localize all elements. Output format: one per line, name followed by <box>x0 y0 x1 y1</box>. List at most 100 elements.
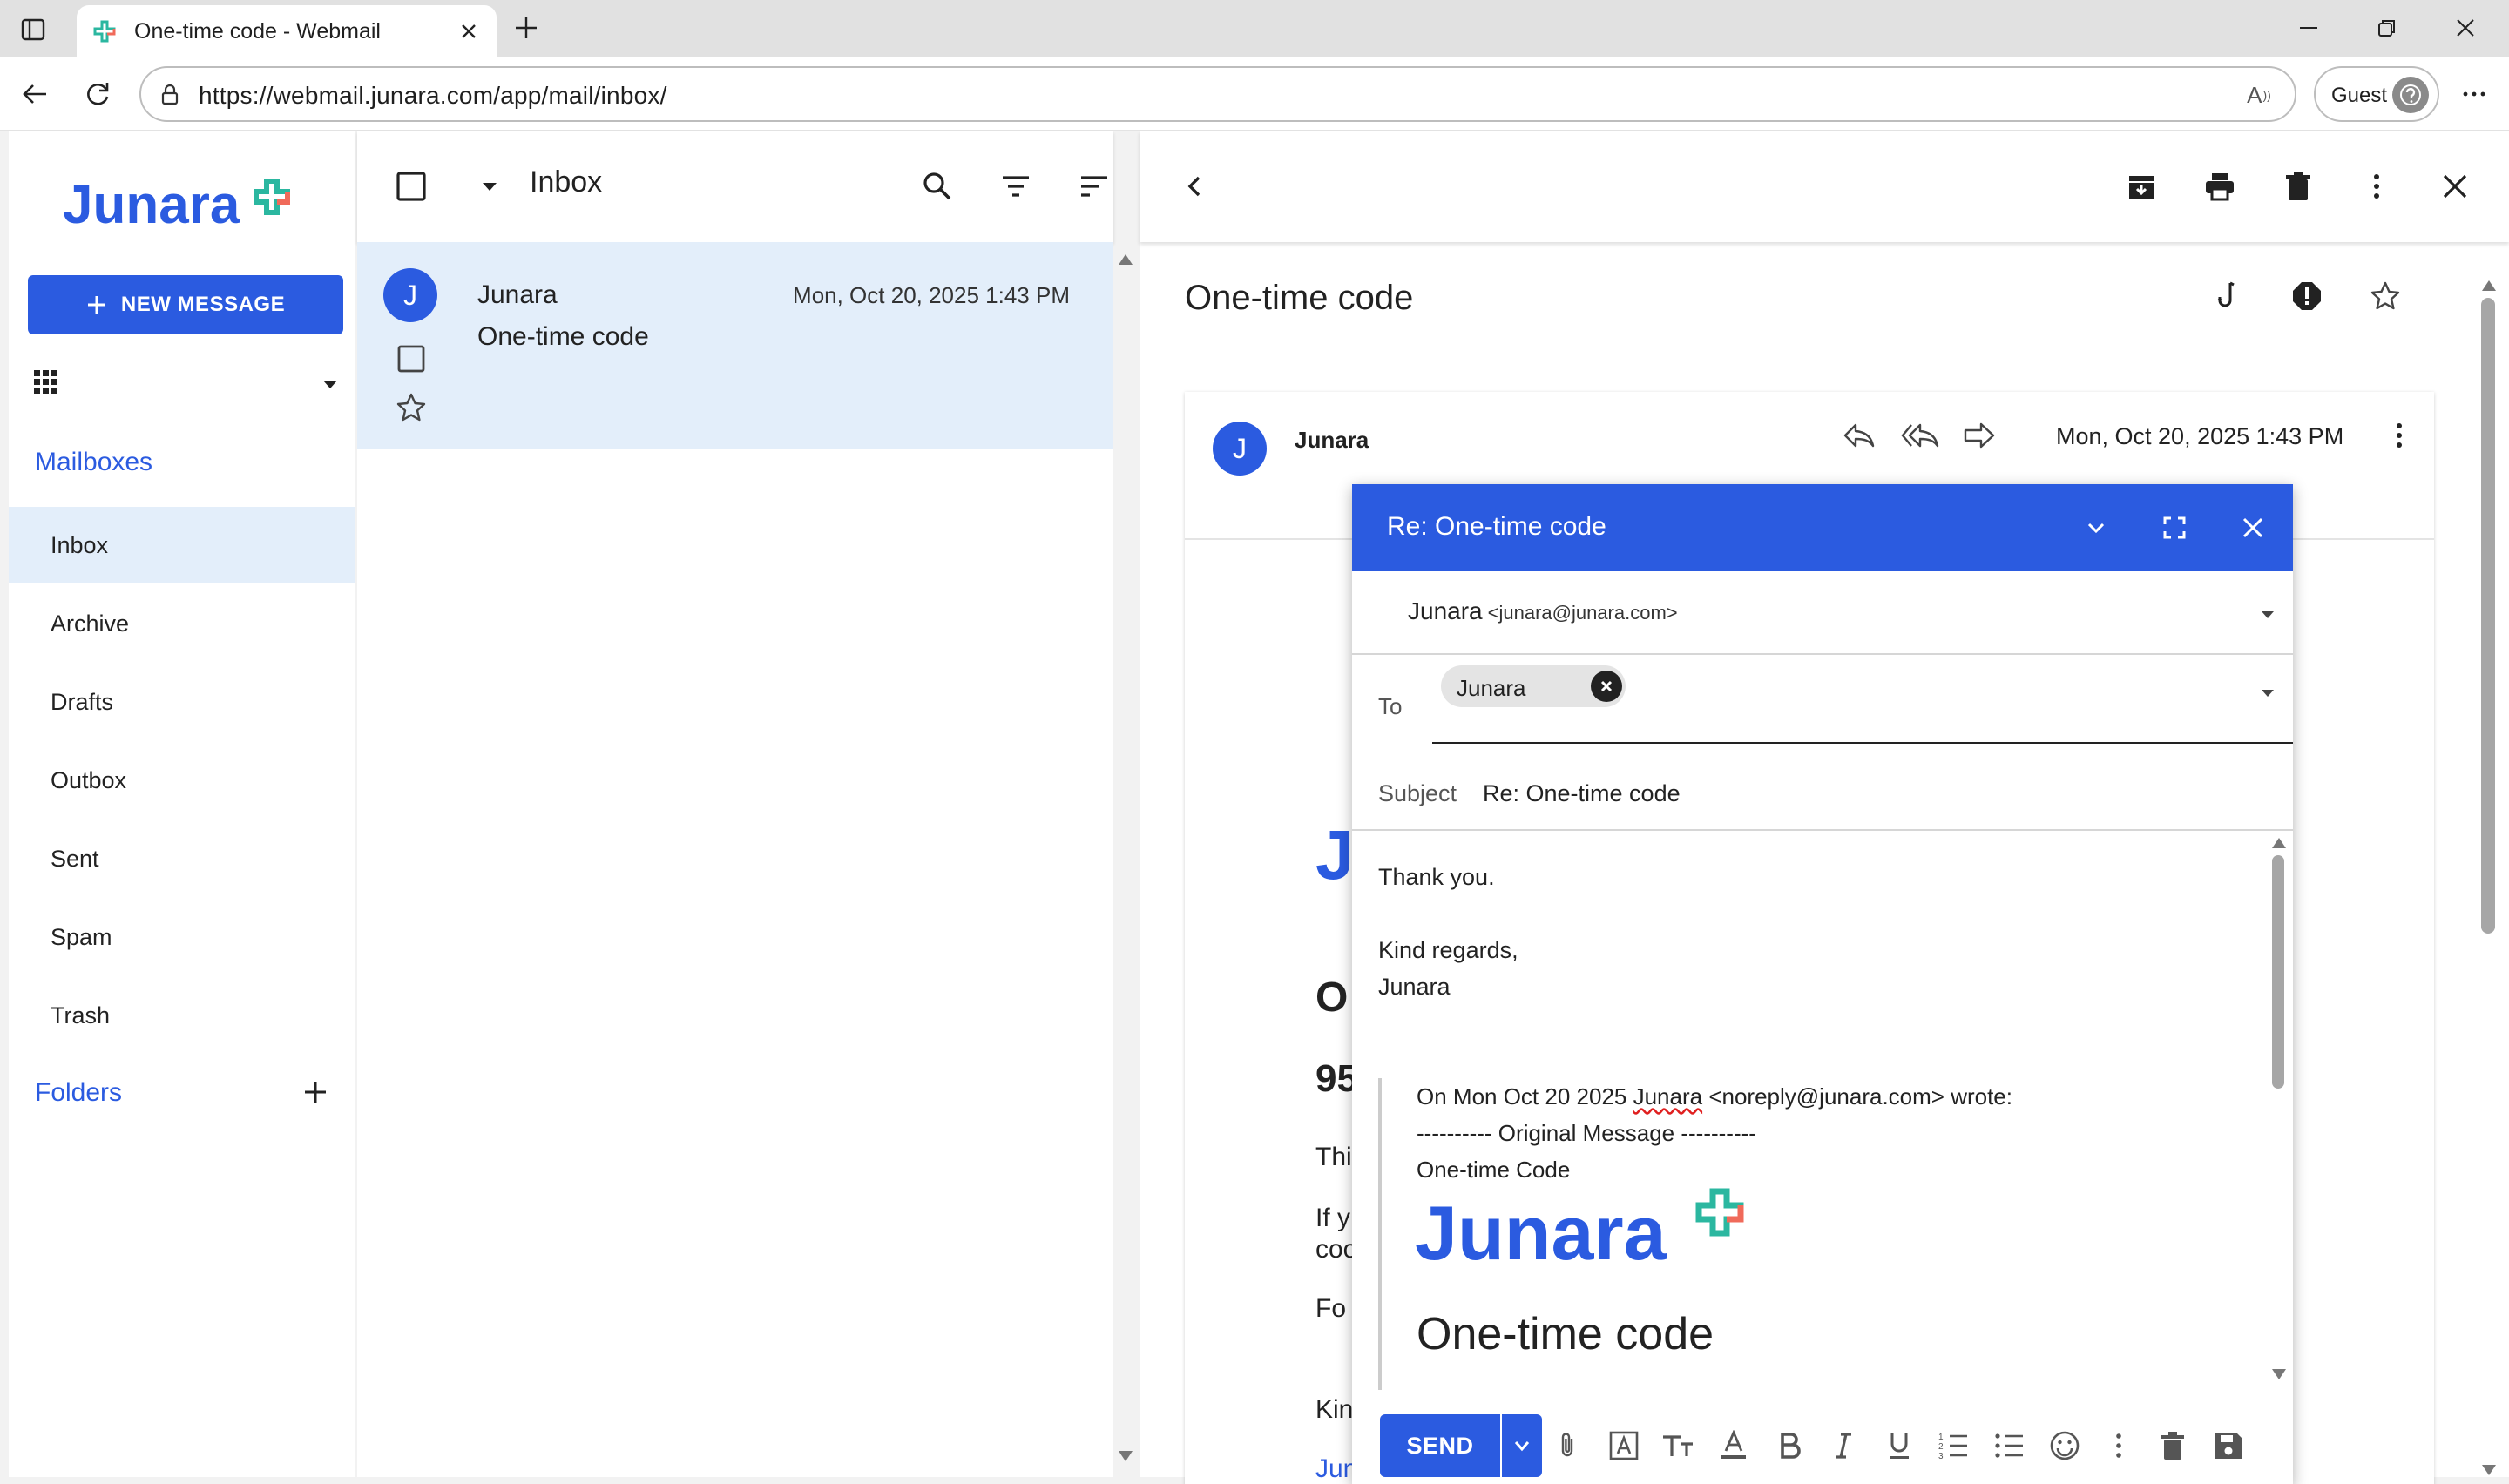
from-field[interactable]: Junara <junara@junara.com> <box>1352 571 2293 655</box>
minimize-compose-icon[interactable] <box>2075 507 2117 549</box>
select-dropdown-icon[interactable] <box>469 165 511 207</box>
mailbox-outbox[interactable]: Outbox <box>9 742 355 819</box>
more-vert-icon[interactable] <box>2356 165 2397 207</box>
mailbox-drafts[interactable]: Drafts <box>9 664 355 740</box>
bold-icon[interactable] <box>1768 1425 1810 1467</box>
back-arrow-icon[interactable] <box>16 75 54 113</box>
mailbox-inbox[interactable]: Inbox <box>9 507 355 583</box>
svg-text:1: 1 <box>1938 1433 1944 1442</box>
underline-icon[interactable] <box>1878 1425 1920 1467</box>
compose-header: Re: One-time code <box>1352 484 2293 571</box>
fullscreen-icon[interactable] <box>2154 507 2195 549</box>
restore-icon[interactable] <box>2361 10 2413 45</box>
apps-switcher[interactable] <box>33 366 343 401</box>
sender-avatar: J <box>1213 422 1267 476</box>
mailbox-sent[interactable]: Sent <box>9 820 355 897</box>
attach-icon[interactable] <box>1547 1425 1589 1467</box>
new-tab-icon[interactable] <box>509 10 544 45</box>
compose-title: Re: One-time code <box>1387 512 1606 541</box>
message-checkbox-icon[interactable] <box>396 343 430 378</box>
reader-toolbar <box>1140 131 2509 242</box>
body-line: Junara <box>1378 974 1451 1000</box>
sidebar-toggle-icon[interactable] <box>16 12 51 47</box>
save-draft-icon[interactable] <box>2208 1425 2249 1467</box>
emoji-icon[interactable] <box>2044 1425 2086 1467</box>
select-all-checkbox-icon[interactable] <box>390 165 432 207</box>
reader-scrollbar[interactable] <box>2479 279 2499 1481</box>
minimize-icon[interactable] <box>2282 10 2335 45</box>
reader-subject: One-time code <box>1185 279 1414 317</box>
url-field[interactable]: https://webmail.junara.com/app/mail/inbo… <box>139 66 2296 122</box>
from-identity: Junara <junara@junara.com> <box>1408 597 1678 624</box>
tab-title: One-time code - Webmail <box>134 19 381 44</box>
quote-line: One-time Code <box>1417 1157 1571 1183</box>
caret-down-icon[interactable] <box>317 371 343 397</box>
search-icon[interactable] <box>916 165 958 207</box>
send-button[interactable]: SEND <box>1380 1414 1500 1477</box>
message-row[interactable]: J Junara One-time code Mon, Oct 20, 2025… <box>357 242 1113 449</box>
close-compose-icon[interactable] <box>2232 507 2274 549</box>
bulleted-list-icon[interactable] <box>1988 1425 2030 1467</box>
list-scroll-down-icon[interactable] <box>1117 1447 1134 1465</box>
reader-scroll-thumb[interactable] <box>2481 298 2495 934</box>
compose-scroll-thumb[interactable] <box>2272 855 2284 1089</box>
tab-close-icon[interactable] <box>455 17 483 45</box>
print-icon[interactable] <box>2199 165 2241 207</box>
remove-recipient-icon[interactable] <box>1591 671 1622 702</box>
mailbox-archive[interactable]: Archive <box>9 585 355 662</box>
message-sender: Junara <box>477 280 558 309</box>
close-reader-icon[interactable] <box>2434 165 2476 207</box>
junara-logo[interactable]: Junara <box>61 169 322 239</box>
italic-icon[interactable] <box>1823 1425 1864 1467</box>
reply-all-icon[interactable] <box>1899 415 1941 456</box>
discard-draft-icon[interactable] <box>2152 1425 2194 1467</box>
message-subject: One-time code <box>477 322 649 351</box>
from-dropdown-icon[interactable] <box>2255 601 2281 627</box>
subject-field[interactable]: Subject Re: One-time code <box>1352 763 2293 831</box>
new-message-button[interactable]: NEW MESSAGE <box>28 275 343 334</box>
archive-icon[interactable] <box>2120 165 2162 207</box>
quote-line: ---------- Original Message ---------- <box>1417 1120 1756 1146</box>
phishing-hook-icon[interactable] <box>2208 275 2249 317</box>
reload-icon[interactable] <box>78 75 117 113</box>
compose-scrollbar[interactable] <box>2269 831 2289 1390</box>
filter-icon[interactable] <box>995 165 1037 207</box>
mailbox-trash[interactable]: Trash <box>9 977 355 1054</box>
text-color-icon[interactable] <box>1713 1425 1755 1467</box>
folders-heading[interactable]: Folders <box>35 1078 122 1108</box>
to-dropdown-icon[interactable] <box>2255 679 2281 705</box>
read-aloud-icon[interactable]: A)) <box>2244 80 2274 110</box>
mailbox-spam[interactable]: Spam <box>9 899 355 975</box>
compose-body-editor[interactable]: Thank you. Kind regards, Junara On Mon O… <box>1352 831 2293 1390</box>
text-box-icon[interactable] <box>1603 1425 1645 1467</box>
message-more-icon[interactable] <box>2378 415 2420 456</box>
star-icon[interactable] <box>396 392 430 427</box>
back-chevron-icon[interactable] <box>1174 165 1216 207</box>
recipient-chip[interactable]: Junara <box>1441 665 1626 707</box>
to-field-underline <box>1432 742 2293 744</box>
add-folder-icon[interactable] <box>296 1073 335 1111</box>
apps-grid-icon[interactable] <box>33 369 59 395</box>
reply-icon[interactable] <box>1838 415 1880 456</box>
profile-button[interactable]: Guest <box>2314 66 2439 122</box>
to-field[interactable]: To Junara <box>1352 655 2293 763</box>
report-spam-icon[interactable] <box>2286 275 2328 317</box>
numbered-list-icon[interactable]: 123 <box>1932 1425 1974 1467</box>
list-scroll-up-icon[interactable] <box>1117 251 1134 268</box>
star-icon[interactable] <box>2364 275 2406 317</box>
compose-dialog: Re: One-time code Junara <junara@junara.c… <box>1352 484 2293 1484</box>
delete-icon[interactable] <box>2277 165 2319 207</box>
quoted-junara-logo: Junara <box>1415 1183 1772 1276</box>
forward-icon[interactable] <box>1958 415 2000 456</box>
sort-icon[interactable] <box>1073 165 1115 207</box>
mailboxes-heading[interactable]: Mailboxes <box>35 448 152 477</box>
browser-tab[interactable]: One-time code - Webmail <box>77 5 497 57</box>
subject-label: Subject <box>1378 780 1457 806</box>
browser-menu-icon[interactable] <box>2455 75 2493 113</box>
window-close-icon[interactable] <box>2439 10 2492 45</box>
quoted-heading: One-time code <box>1417 1309 1714 1359</box>
subject-input[interactable]: Re: One-time code <box>1483 780 1681 807</box>
font-size-icon[interactable] <box>1657 1425 1699 1467</box>
more-options-icon[interactable] <box>2098 1425 2140 1467</box>
send-options-icon[interactable] <box>1502 1414 1542 1477</box>
